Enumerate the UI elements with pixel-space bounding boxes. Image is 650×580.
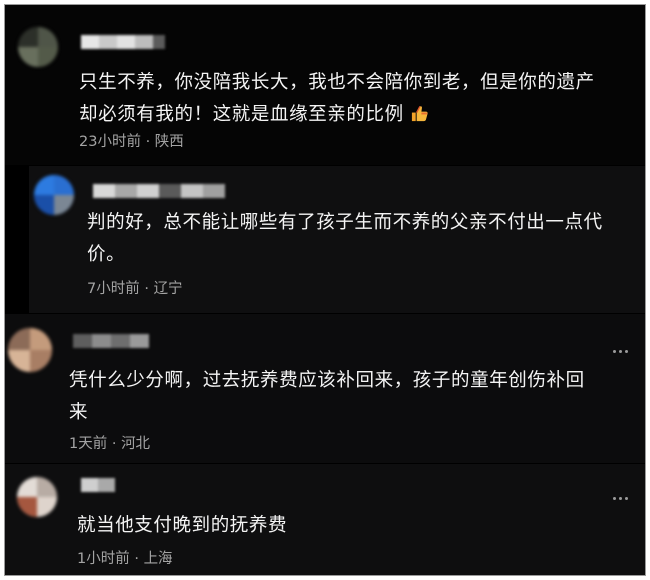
username-blurred[interactable] bbox=[93, 184, 225, 198]
comment-item: 凭什么少分啊，过去抚养费应该补回来，孩子的童年创伤补回 来 1天前 · 河北 bbox=[5, 314, 645, 463]
meta-separator: · bbox=[145, 134, 151, 150]
username-blurred[interactable] bbox=[81, 478, 115, 492]
username-blurred[interactable] bbox=[73, 334, 149, 348]
more-options-icon[interactable] bbox=[613, 350, 628, 353]
comment-time: 7小时前 bbox=[87, 281, 140, 297]
avatar[interactable] bbox=[8, 328, 52, 372]
comment-text-line: 只生不养，你没陪我长大，我也不会陪你到老，但是你的遗产 bbox=[79, 72, 595, 93]
meta-separator: · bbox=[134, 551, 139, 567]
meta-separator: · bbox=[111, 436, 117, 452]
comment-text-line: 来 bbox=[69, 402, 89, 423]
avatar[interactable] bbox=[34, 175, 74, 215]
comment-item: 就当他支付晚到的抚养费 1小时前 · 上海 bbox=[5, 464, 645, 575]
comment-text-line: 就当他支付晚到的抚养费 bbox=[77, 515, 288, 536]
comment-text-line: 凭什么少分啊，过去抚养费应该补回来，孩子的童年创伤补回 bbox=[69, 370, 585, 391]
comment-text-line-content: 却必须有我的！这就是血缘至亲的比例 bbox=[79, 104, 404, 125]
comment-section: 只生不养，你没陪我长大，我也不会陪你到老，但是你的遗产 却必须有我的！这就是血缘… bbox=[4, 4, 646, 576]
comment-location: 上海 bbox=[143, 551, 173, 567]
meta-separator: · bbox=[144, 281, 149, 297]
comment-text-line: 判的好，总不能让哪些有了孩子生而不养的父亲不付出一点代 bbox=[87, 212, 603, 233]
avatar[interactable] bbox=[18, 27, 58, 67]
avatar[interactable] bbox=[17, 477, 57, 517]
comment-location: 辽宁 bbox=[153, 281, 183, 297]
more-options-icon[interactable] bbox=[613, 497, 628, 500]
comment-text-line: 却必须有我的！这就是血缘至亲的比例 bbox=[79, 99, 429, 134]
username-blurred[interactable] bbox=[81, 35, 165, 49]
comment-text-line: 价。 bbox=[87, 244, 126, 265]
comment-meta: 7小时前 · 辽宁 bbox=[87, 280, 183, 298]
comment-location: 河北 bbox=[121, 436, 151, 452]
comment-item: 只生不养，你没陪我长大，我也不会陪你到老，但是你的遗产 却必须有我的！这就是血缘… bbox=[5, 5, 645, 165]
thumbs-up-icon bbox=[410, 102, 429, 134]
comment-time: 1小时前 bbox=[77, 551, 130, 567]
comment-item: 判的好，总不能让哪些有了孩子生而不养的父亲不付出一点代 价。 7小时前 · 辽宁 bbox=[29, 166, 645, 313]
comment-time: 23小时前 bbox=[79, 134, 141, 150]
comment-meta: 1天前 · 河北 bbox=[69, 435, 150, 453]
comment-meta: 23小时前 · 陕西 bbox=[79, 133, 184, 151]
comment-location: 陕西 bbox=[154, 134, 184, 150]
comment-time: 1天前 bbox=[69, 436, 108, 452]
comment-meta: 1小时前 · 上海 bbox=[77, 550, 173, 568]
